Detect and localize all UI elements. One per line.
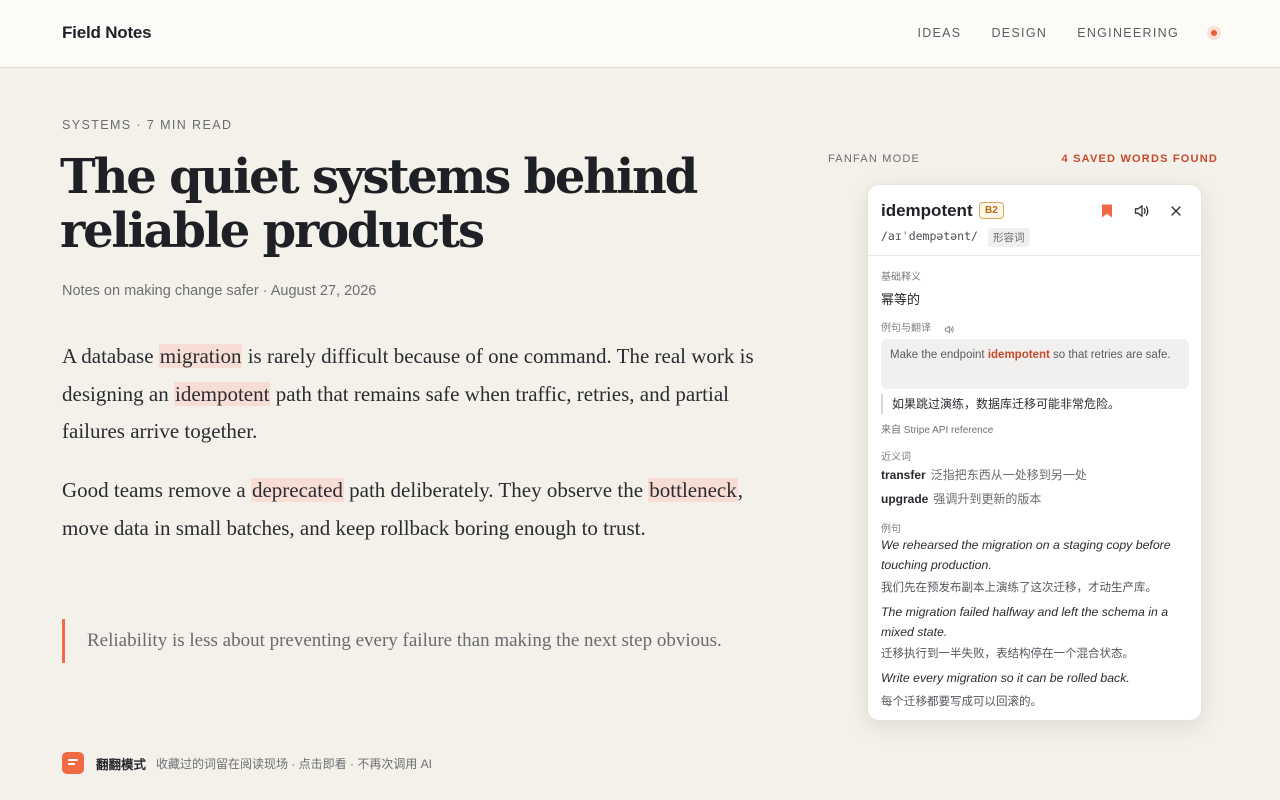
examples-label: 例句	[881, 524, 901, 535]
paragraph-text: path deliberately. They observe the	[343, 478, 649, 502]
fanfan-mode-label: FANFAN MODE	[828, 153, 921, 165]
brand-logo[interactable]: Field Notes	[62, 23, 152, 43]
synonym-definition: 泛指把东西从一处移到另一处	[930, 468, 1087, 482]
example-sentence-translation: 我们先在预发布副本上演练了这次迁移，才动生产库。	[881, 582, 1157, 594]
example-sentence: We rehearsed the migration on a staging …	[881, 538, 1171, 572]
status-dot-icon	[1211, 30, 1217, 36]
saved-word-migration[interactable]: migration	[158, 344, 243, 368]
part-of-speech-tag: 形容词	[988, 228, 1030, 247]
synonyms-label: 近义词	[881, 452, 911, 463]
article-paragraph-2: Good teams remove a deprecated path deli…	[62, 472, 782, 547]
basic-definition-label: 基础释义	[881, 272, 921, 283]
pull-quote: Reliability is less about preventing eve…	[62, 619, 782, 663]
example-sentence-translation: 每个迁移都要写成可以回滚的。	[881, 696, 1042, 708]
saved-word-idempotent[interactable]: idempotent	[173, 381, 271, 406]
example-source: 来自 Stripe API reference	[881, 425, 994, 436]
close-icon	[1171, 206, 1181, 216]
fanfan-footer: 翻翻模式 收藏过的词留在阅读现场 · 点击即看 · 不再次调用 AI	[62, 752, 432, 774]
article-title: The quiet systems behind reliable produc…	[60, 149, 698, 259]
example-sentence-translation: 迁移执行到一半失败，表结构停在一个混合状态。	[881, 648, 1134, 660]
fanfan-logo-icon	[62, 752, 84, 774]
synonym-word[interactable]: transfer	[881, 468, 926, 482]
synonym-word[interactable]: upgrade	[881, 492, 928, 506]
speaker-icon	[944, 325, 954, 334]
synonym-item: upgrade 强调升到更新的版本	[881, 490, 1041, 507]
word-card-header: idempotent B2 /aɪˈdempətənt/ 形容词	[868, 185, 1201, 256]
nav-design[interactable]: DESIGN	[991, 26, 1047, 40]
saved-words-count[interactable]: 4 SAVED WORDS FOUND	[1062, 153, 1218, 165]
top-bar: Field Notes IDEAS DESIGN ENGINEERING	[0, 0, 1280, 68]
synonym-definition: 强调升到更新的版本	[933, 492, 1042, 506]
article-paragraph-1: A database migration is rarely difficult…	[62, 338, 782, 451]
example-sentence: Write every migration so it can be rolle…	[881, 671, 1130, 685]
basic-definition: 幂等的	[881, 292, 921, 307]
example-sentence: The migration failed halfway and left th…	[881, 605, 1169, 639]
bookmark-icon	[1102, 204, 1112, 218]
article-kicker: SYSTEMS · 7 MIN READ	[62, 118, 233, 132]
example-translation-label: 例句与翻译	[881, 323, 931, 334]
footer-description: 收藏过的词留在阅读现场 · 点击即看 · 不再次调用 AI	[156, 756, 433, 771]
example-text: Make the endpoint	[890, 349, 988, 361]
close-button[interactable]	[1166, 201, 1186, 221]
speaker-icon	[1134, 205, 1149, 217]
context-example: Make the endpoint idempotent so that ret…	[881, 339, 1189, 389]
word-title: idempotent	[881, 201, 973, 220]
saved-word-deprecated[interactable]: deprecated	[250, 478, 344, 502]
example-text: so that retries are safe.	[1049, 349, 1171, 361]
example-highlight-word: idempotent	[987, 349, 1050, 361]
article-byline: Notes on making change safer · August 27…	[62, 283, 377, 299]
pronounce-button[interactable]	[1132, 201, 1152, 221]
example-speaker-button[interactable]	[944, 321, 955, 339]
example-translation: 如果跳过演练，数据库迁移可能非常危险。	[881, 394, 1120, 414]
fanfan-status-dot[interactable]	[1207, 26, 1221, 40]
footer-title: 翻翻模式	[96, 757, 147, 772]
nav-engineering[interactable]: ENGINEERING	[1077, 26, 1179, 40]
saved-word-bottleneck[interactable]: bottleneck	[648, 478, 738, 502]
main-nav: IDEAS DESIGN ENGINEERING	[917, 26, 1280, 40]
phonetic: /aɪˈdempətənt/	[881, 229, 978, 243]
synonym-item: transfer 泛指把东西从一处移到另一处	[881, 466, 1087, 483]
paragraph-text: A database	[62, 344, 159, 368]
word-card: idempotent B2 /aɪˈdempətənt/ 形容词 基础释义 幂等…	[867, 184, 1202, 721]
level-badge: B2	[979, 202, 1004, 219]
bookmark-button[interactable]	[1097, 201, 1117, 221]
paragraph-text: Good teams remove a	[62, 478, 251, 502]
nav-ideas[interactable]: IDEAS	[917, 26, 961, 40]
